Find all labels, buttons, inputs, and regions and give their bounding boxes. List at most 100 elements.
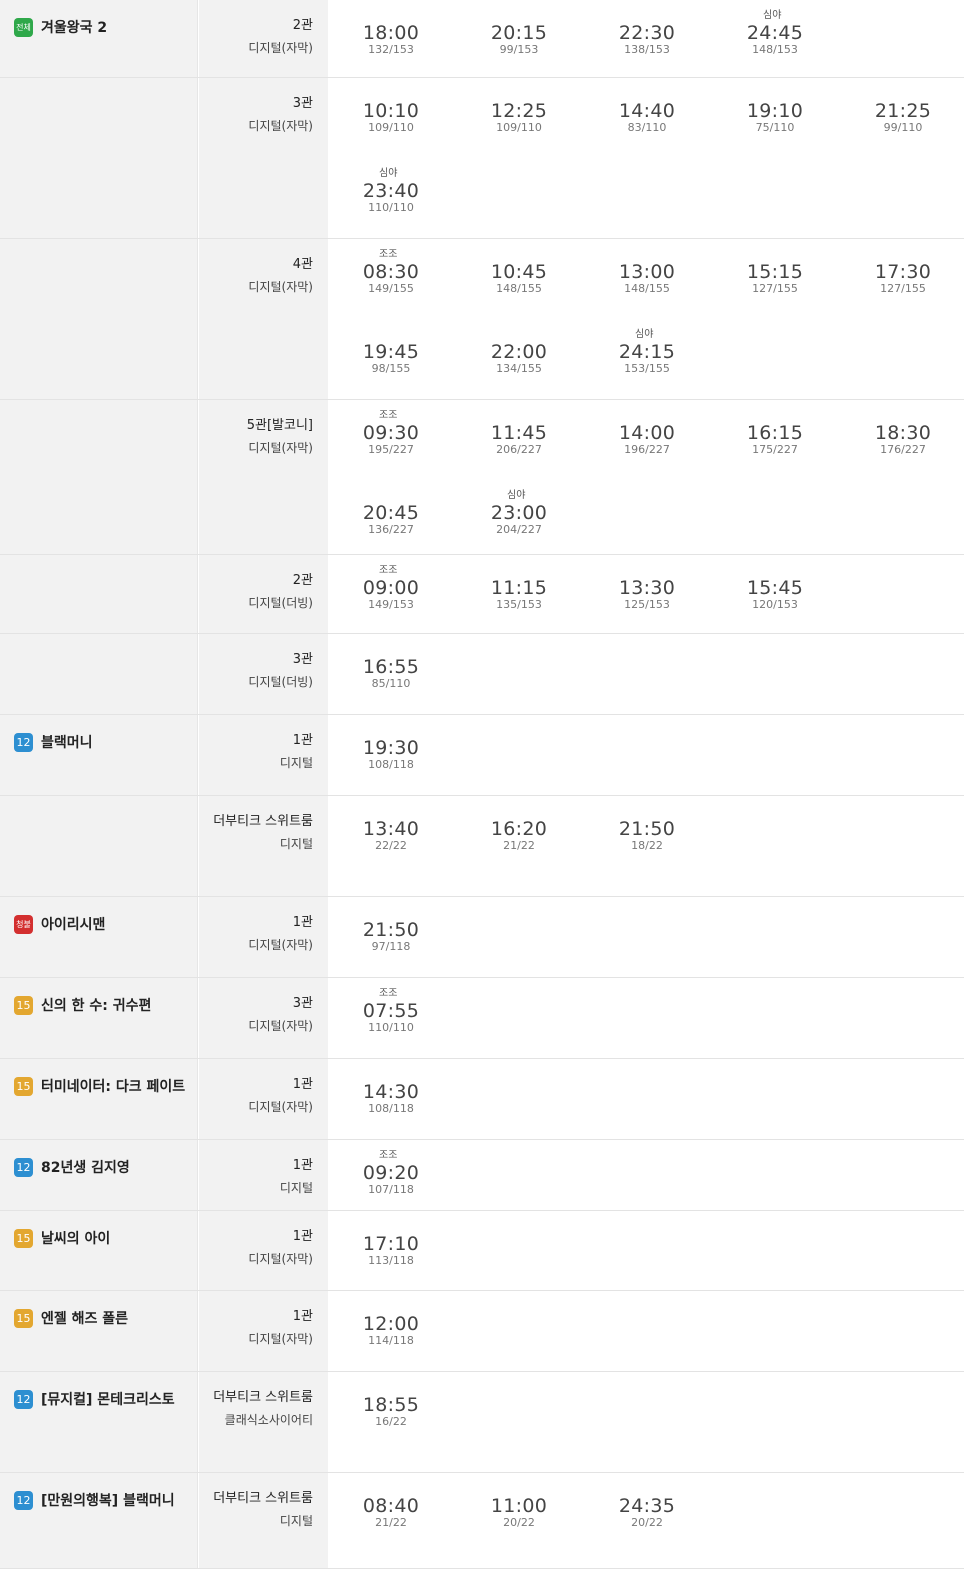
remaining-seats: 16/22 bbox=[375, 1415, 407, 1428]
showtime-time: 16:20 bbox=[490, 818, 548, 840]
showtime-button[interactable]: 10:45 148/155 bbox=[469, 249, 569, 295]
showtime-button[interactable]: 19:30 108/118 bbox=[341, 725, 441, 771]
showtime-button[interactable]: 18:55 16/22 bbox=[341, 1382, 441, 1428]
showtime-button[interactable]: 조조 09:00 149/153 bbox=[341, 565, 441, 611]
showtime-tag bbox=[469, 806, 569, 818]
showtime-button[interactable]: 조조 09:20 107/118 bbox=[341, 1150, 441, 1196]
movie-title[interactable]: 겨울왕국 2 bbox=[41, 17, 107, 37]
showtime-button[interactable]: 12:00 114/118 bbox=[341, 1301, 441, 1347]
showtime-button[interactable]: 21:25 99/110 bbox=[853, 88, 953, 134]
schedule-row: 3관 디지털(더빙) 16:55 85/110 bbox=[0, 634, 964, 715]
showtime-button[interactable]: 20:15 99/153 bbox=[469, 10, 569, 56]
schedule-row: 4관 디지털(자막) 조조 08:30 149/155 10:45 148/155 13:00… bbox=[0, 239, 964, 400]
movie-cell: 12 82년생 김지영 bbox=[0, 1140, 198, 1210]
screen-format: 디지털(자막) bbox=[248, 1100, 313, 1114]
showtime-tag bbox=[725, 88, 825, 100]
showtime-time: 20:15 bbox=[490, 22, 548, 44]
showtime-button[interactable]: 조조 08:30 149/155 bbox=[341, 249, 441, 295]
movie-title[interactable]: 터미네이터: 다크 페이트 bbox=[41, 1076, 185, 1096]
remaining-seats: 206/227 bbox=[496, 443, 542, 456]
showtime-button[interactable]: 15:45 120/153 bbox=[725, 565, 825, 611]
remaining-seats: 196/227 bbox=[624, 443, 670, 456]
showtime-button[interactable]: 심야 23:40 110/110 bbox=[341, 168, 441, 214]
showtime-button[interactable]: 조조 07:55 110/110 bbox=[341, 988, 441, 1034]
showtime-button[interactable]: 20:45 136/227 bbox=[341, 490, 441, 536]
showtime-button[interactable]: 12:25 109/110 bbox=[469, 88, 569, 134]
schedule-row: 12 82년생 김지영 1관 디지털 조조 09:20 107/118 bbox=[0, 1140, 964, 1211]
showtime-button[interactable]: 21:50 18/22 bbox=[597, 806, 697, 852]
screen-format: 디지털 bbox=[279, 756, 313, 770]
showtime-button[interactable]: 11:00 20/22 bbox=[469, 1483, 569, 1529]
showtime-time: 15:15 bbox=[746, 261, 804, 283]
remaining-seats: 22/22 bbox=[375, 839, 407, 852]
showtime-time: 23:00 bbox=[490, 502, 548, 524]
showtime-button[interactable]: 17:10 113/118 bbox=[341, 1221, 441, 1267]
showtime-tag bbox=[469, 10, 569, 22]
showtime-time: 18:00 bbox=[362, 22, 420, 44]
showtime-button[interactable]: 19:45 98/155 bbox=[341, 329, 441, 375]
hall-cell: 더부티크 스위트룸 디지털 bbox=[199, 796, 328, 896]
movie-title[interactable]: 신의 한 수: 귀수편 bbox=[41, 995, 151, 1015]
showtime-button[interactable]: 심야 23:00 204/227 bbox=[469, 490, 569, 536]
showtime-button[interactable]: 22:00 134/155 bbox=[469, 329, 569, 375]
showtime-button[interactable]: 19:10 75/110 bbox=[725, 88, 825, 134]
showtime-button[interactable]: 13:00 148/155 bbox=[597, 249, 697, 295]
hall-cell: 1관 디지털 bbox=[199, 1140, 328, 1210]
hall-cell: 1관 디지털(자막) bbox=[199, 1291, 328, 1371]
showtime-button[interactable]: 14:00 196/227 bbox=[597, 410, 697, 456]
showtime-button[interactable]: 심야 24:15 153/155 bbox=[597, 329, 697, 375]
screen-format: 디지털(자막) bbox=[248, 119, 313, 133]
hall-cell: 3관 디지털(자막) bbox=[199, 78, 328, 238]
movie-title[interactable]: 82년생 김지영 bbox=[41, 1157, 130, 1177]
showtime-button[interactable]: 15:15 127/155 bbox=[725, 249, 825, 295]
showtime-button[interactable]: 24:35 20/22 bbox=[597, 1483, 697, 1529]
showtime-button[interactable]: 22:30 138/153 bbox=[597, 10, 697, 56]
showtime-button[interactable]: 13:40 22/22 bbox=[341, 806, 441, 852]
movie-cell bbox=[0, 239, 198, 399]
showtime-time: 09:00 bbox=[362, 577, 420, 599]
showtime-button[interactable]: 11:45 206/227 bbox=[469, 410, 569, 456]
showtime-button[interactable]: 21:50 97/118 bbox=[341, 907, 441, 953]
showtime-time: 14:30 bbox=[362, 1081, 420, 1103]
showtime-time: 21:50 bbox=[618, 818, 676, 840]
showtime-button[interactable]: 18:30 176/227 bbox=[853, 410, 953, 456]
hall-cell: 더부티크 스위트룸 클래식소사이어티 bbox=[199, 1372, 328, 1472]
hall-name: 3관 bbox=[292, 996, 313, 1011]
showtime-button[interactable]: 14:30 108/118 bbox=[341, 1069, 441, 1115]
showtime-button[interactable]: 08:40 21/22 bbox=[341, 1483, 441, 1529]
showtime-button[interactable]: 조조 09:30 195/227 bbox=[341, 410, 441, 456]
showtime-button[interactable]: 13:30 125/153 bbox=[597, 565, 697, 611]
showtime-button[interactable]: 14:40 83/110 bbox=[597, 88, 697, 134]
movie-cell bbox=[0, 555, 198, 633]
showtime-tag bbox=[469, 249, 569, 261]
movie-cell bbox=[0, 400, 198, 554]
movie-cell: 12 [만원의행복] 블랙머니 bbox=[0, 1473, 198, 1568]
showtime-time: 18:30 bbox=[874, 422, 932, 444]
schedule-row: 15 신의 한 수: 귀수편 3관 디지털(자막) 조조 07:55 110/110 bbox=[0, 978, 964, 1059]
showtime-button[interactable]: 10:10 109/110 bbox=[341, 88, 441, 134]
movie-title[interactable]: [뮤지컬] 몬테크리스토 bbox=[41, 1389, 175, 1409]
age-rating-badge: 12 bbox=[14, 1491, 33, 1510]
showtime-button[interactable]: 18:00 132/153 bbox=[341, 10, 441, 56]
showtime-button[interactable]: 심야 24:45 148/153 bbox=[725, 10, 825, 56]
remaining-seats: 21/22 bbox=[375, 1516, 407, 1529]
hall-name: 2관 bbox=[292, 18, 313, 33]
showtime-time: 23:40 bbox=[362, 180, 420, 202]
showtime-button[interactable]: 17:30 127/155 bbox=[853, 249, 953, 295]
schedule-row: 5관[발코니] 디지털(자막) 조조 09:30 195/227 11:45 206/227… bbox=[0, 400, 964, 555]
showtime-button[interactable]: 11:15 135/153 bbox=[469, 565, 569, 611]
showtime-button[interactable]: 16:55 85/110 bbox=[341, 644, 441, 690]
showtime-button[interactable]: 16:20 21/22 bbox=[469, 806, 569, 852]
showtime-tag bbox=[341, 806, 441, 818]
showtime-button[interactable]: 16:15 175/227 bbox=[725, 410, 825, 456]
hall-cell: 1관 디지털(자막) bbox=[199, 897, 328, 977]
movie-title[interactable]: [만원의행복] 블랙머니 bbox=[41, 1490, 175, 1510]
movie-title[interactable]: 블랙머니 bbox=[41, 732, 93, 752]
schedule-row: 2관 디지털(더빙) 조조 09:00 149/153 11:15 135/153 13:30… bbox=[0, 555, 964, 634]
hall-name: 2관 bbox=[292, 573, 313, 588]
movie-title[interactable]: 날씨의 아이 bbox=[41, 1228, 110, 1248]
showtime-tag bbox=[341, 1382, 441, 1394]
schedule-row: 12 [만원의행복] 블랙머니 더부티크 스위트룸 디지털 08:40 21/22 11:0… bbox=[0, 1473, 964, 1569]
movie-title[interactable]: 엔젤 해즈 폴른 bbox=[41, 1308, 128, 1328]
movie-title[interactable]: 아이리시맨 bbox=[41, 914, 105, 934]
